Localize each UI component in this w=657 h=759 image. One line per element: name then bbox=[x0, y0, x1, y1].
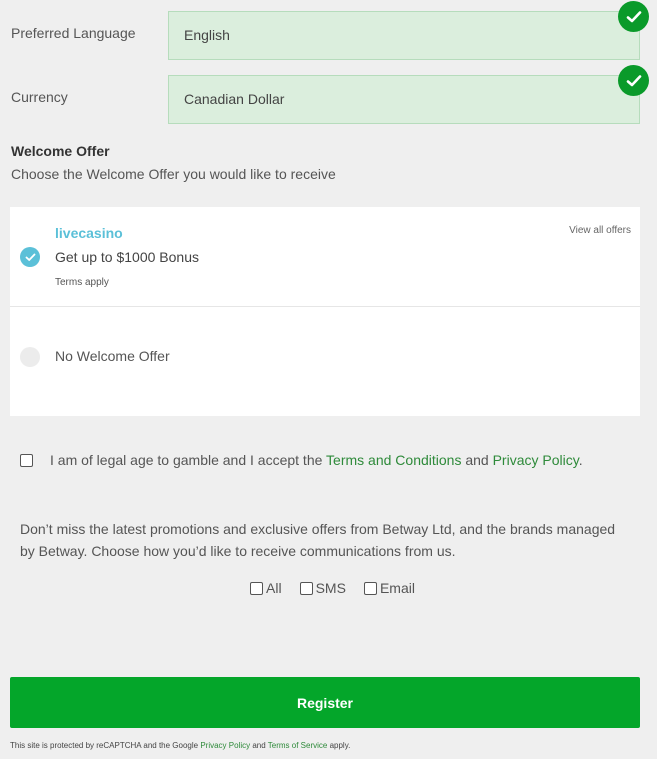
google-privacy-link[interactable]: Privacy Policy bbox=[200, 741, 250, 750]
offer-terms: Terms apply bbox=[55, 277, 109, 288]
email-label: Email bbox=[379, 580, 415, 596]
recaptcha-middle: and bbox=[250, 741, 268, 750]
promotions-text: Don’t miss the latest promotions and exc… bbox=[20, 521, 616, 559]
offer-list: livecasino Get up to $1000 Bonus Terms a… bbox=[10, 207, 640, 416]
recaptcha-suffix: apply. bbox=[327, 741, 351, 750]
radio-checked-icon[interactable] bbox=[20, 247, 40, 267]
comm-option-email[interactable]: Email bbox=[363, 580, 415, 596]
check-valid-icon bbox=[618, 1, 649, 32]
accept-terms-text: I am of legal age to gamble and I accept… bbox=[50, 452, 583, 468]
all-label: All bbox=[266, 580, 282, 596]
accept-terms-row: I am of legal age to gamble and I accept… bbox=[20, 452, 583, 468]
field-row-language: Preferred Language English bbox=[0, 1, 657, 61]
language-select[interactable]: English bbox=[168, 11, 640, 60]
all-checkbox[interactable] bbox=[250, 581, 264, 595]
sms-checkbox[interactable] bbox=[299, 581, 313, 595]
comm-option-sms[interactable]: SMS bbox=[299, 580, 346, 596]
communication-options: All SMS Email bbox=[0, 580, 657, 596]
offer-brand: livecasino bbox=[55, 225, 123, 241]
accept-terms-checkbox[interactable] bbox=[20, 453, 33, 467]
recaptcha-prefix: This site is protected by reCAPTCHA and … bbox=[10, 741, 201, 750]
no-offer-label: No Welcome Offer bbox=[55, 348, 170, 364]
google-terms-link[interactable]: Terms of Service bbox=[268, 741, 328, 750]
radio-unchecked-icon[interactable] bbox=[20, 347, 40, 367]
accept-prefix: I am of legal age to gamble and I accept… bbox=[50, 452, 327, 468]
language-label: Preferred Language bbox=[11, 25, 136, 41]
sms-label: SMS bbox=[315, 580, 346, 596]
comm-option-all[interactable]: All bbox=[250, 580, 282, 596]
offer-title: Get up to $1000 Bonus bbox=[55, 249, 199, 265]
accept-middle: and bbox=[461, 452, 493, 468]
register-button[interactable]: Register bbox=[10, 677, 640, 728]
welcome-offer-subtitle: Choose the Welcome Offer you would like … bbox=[11, 166, 336, 182]
offer-divider bbox=[10, 306, 640, 307]
accept-suffix: . bbox=[578, 452, 583, 468]
currency-label: Currency bbox=[11, 89, 68, 105]
welcome-offer-title: Welcome Offer bbox=[11, 143, 110, 159]
currency-select[interactable]: Canadian Dollar bbox=[168, 75, 640, 124]
email-checkbox[interactable] bbox=[363, 581, 377, 595]
view-all-offers-link[interactable]: View all offers bbox=[569, 225, 631, 236]
field-row-currency: Currency Canadian Dollar bbox=[0, 65, 657, 125]
privacy-policy-link[interactable]: Privacy Policy bbox=[493, 452, 579, 468]
recaptcha-notice: This site is protected by reCAPTCHA and … bbox=[10, 741, 350, 750]
check-valid-icon bbox=[618, 65, 649, 96]
terms-and-conditions-link[interactable]: Terms and Conditions bbox=[326, 452, 461, 468]
